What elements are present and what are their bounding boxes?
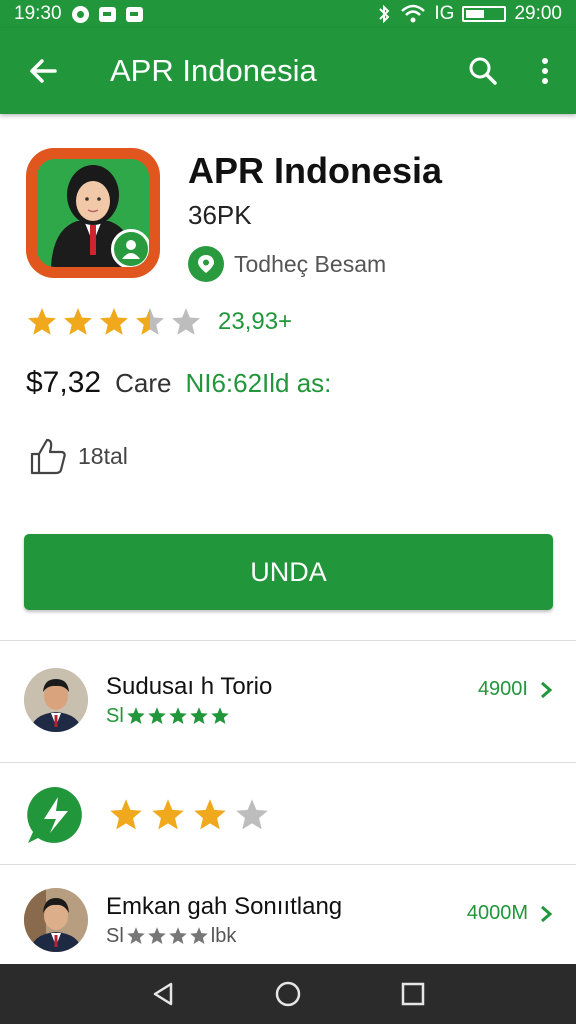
list-item-suffix: lbk	[210, 924, 237, 947]
wifi-icon	[401, 4, 426, 23]
star-icon	[148, 707, 166, 724]
divider	[0, 762, 576, 763]
system-nav-bar	[0, 964, 576, 1024]
star-icon	[136, 308, 164, 335]
nav-recents-button[interactable]	[388, 969, 438, 1019]
list-item-count: 4900I	[477, 678, 528, 700]
nav-home-icon	[275, 981, 301, 1007]
more-vert-icon	[542, 58, 548, 84]
divider	[0, 864, 576, 865]
list-item[interactable]	[0, 782, 576, 848]
back-button[interactable]	[0, 28, 86, 114]
divider	[0, 640, 576, 641]
list-item-stars	[126, 706, 230, 726]
search-icon	[469, 57, 497, 85]
star-icon	[127, 927, 145, 944]
rating-row: 23,93+	[26, 306, 292, 338]
developer-row[interactable]: Todheç Besam	[188, 246, 386, 282]
install-button[interactable]: UNDA	[24, 534, 553, 610]
nav-back-button[interactable]	[138, 969, 188, 1019]
list-item-title: Sudusaı h Torio	[106, 672, 273, 700]
nav-recents-icon	[402, 982, 425, 1006]
app-name: APR Indonesia	[188, 150, 443, 191]
more-options-button[interactable]	[514, 28, 576, 114]
location-pin-icon	[188, 246, 224, 282]
list-item[interactable]: Sudusaı h Torio Sl 4900I	[0, 662, 576, 738]
like-row[interactable]: 18tal	[28, 436, 128, 476]
star-icon	[100, 308, 128, 335]
list-item-stars	[108, 797, 270, 833]
avatar	[24, 668, 88, 732]
price-value: $7,32	[26, 366, 102, 399]
star-icon	[236, 799, 268, 830]
search-button[interactable]	[452, 28, 514, 114]
thumbs-up-icon	[30, 438, 66, 475]
list-item[interactable]: Emkan gah Sonııtlang Sl lbk 4000M	[0, 884, 576, 956]
user-badge-icon	[111, 229, 149, 267]
app-bar-title: APR Indonesia	[110, 53, 317, 88]
battery-icon	[462, 6, 507, 22]
list-item-prefix: Sl	[106, 924, 124, 947]
avatar	[24, 888, 88, 952]
star-icon	[190, 927, 208, 944]
status-bar: 19:30 IG 29:00	[0, 0, 576, 28]
star-icon	[127, 707, 145, 724]
star-icon	[172, 308, 200, 335]
list-item-meta[interactable]: 4000M	[467, 902, 552, 925]
likes-count: 18tal	[78, 442, 128, 469]
arrow-back-icon	[30, 59, 57, 83]
star-icon	[64, 308, 92, 335]
list-item-stars	[126, 926, 209, 946]
list-item-rating: Sl	[106, 705, 272, 728]
whatsapp-icon	[27, 786, 82, 843]
nav-back-icon	[153, 982, 172, 1006]
message-icon-2	[125, 6, 143, 22]
star-icon	[190, 707, 208, 724]
app-bar: APR Indonesia	[0, 28, 576, 114]
star-icon	[148, 927, 166, 944]
price-label: Care	[115, 368, 172, 398]
developer-name: Todheç Besam	[234, 250, 387, 277]
status-time-left: 19:30	[14, 3, 62, 24]
star-icon	[152, 799, 184, 830]
price-row: $7,32 Care NI6:62Ild as:	[26, 366, 331, 400]
bluetooth-icon	[379, 5, 390, 23]
star-icon	[211, 707, 229, 724]
list-item-meta[interactable]: 4900I	[478, 678, 552, 701]
star-icon	[169, 927, 187, 944]
star-icon	[169, 707, 187, 724]
rating-count: 23,93+	[218, 308, 293, 335]
chevron-right-icon	[541, 681, 552, 698]
price-extra: NI6:62Ild as:	[185, 368, 332, 398]
star-icon	[110, 799, 142, 830]
carrier-label: IG	[434, 3, 455, 24]
chevron-right-icon	[541, 905, 552, 922]
list-item-prefix: Sl	[106, 704, 124, 727]
status-time-right: 29:00	[514, 3, 562, 24]
star-icon	[28, 308, 56, 335]
app-icon	[26, 148, 160, 278]
nav-home-button[interactable]	[263, 969, 313, 1019]
list-item-title: Emkan gah Sonııtlang	[106, 892, 343, 920]
list-item-count: 4000M	[466, 902, 528, 924]
star-icon	[194, 799, 226, 830]
notification-icon	[71, 5, 89, 23]
message-icon	[98, 6, 116, 22]
rating-stars	[26, 306, 202, 338]
app-size: 36PK	[188, 200, 252, 230]
list-item-rating: Sl lbk	[106, 925, 342, 948]
